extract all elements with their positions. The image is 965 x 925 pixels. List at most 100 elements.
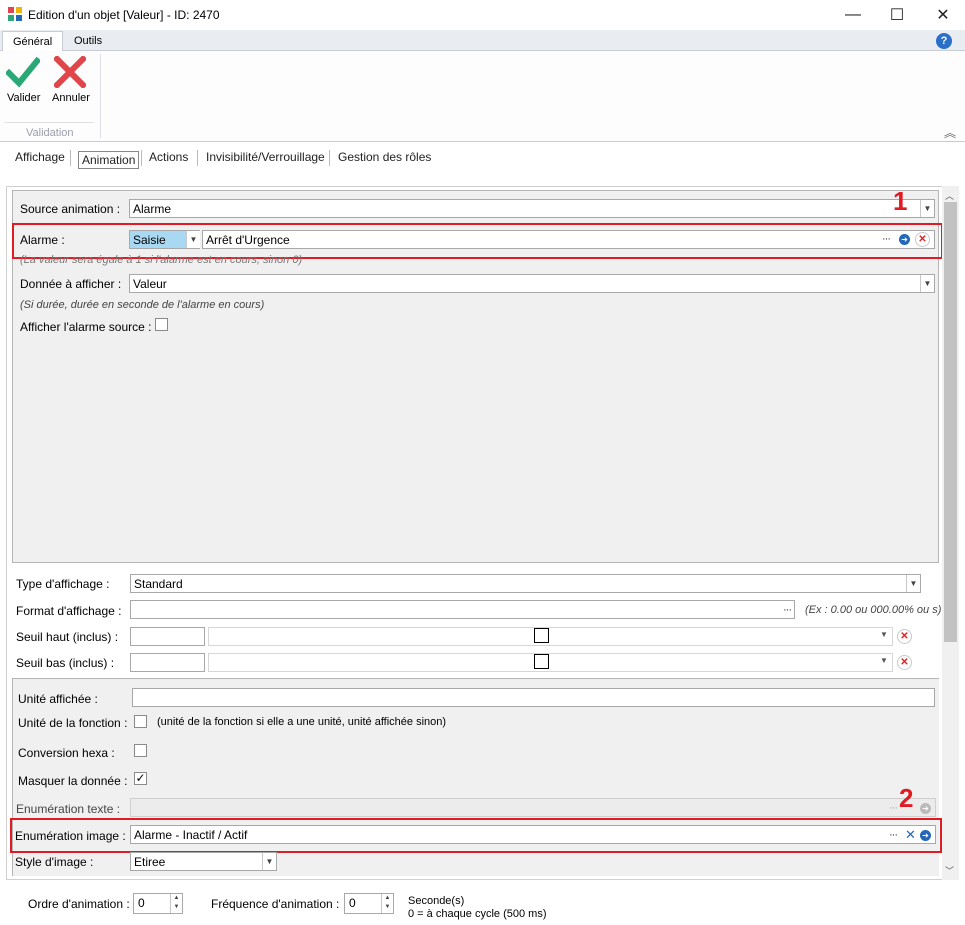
tab-invisibilite[interactable]: Invisibilité/Verrouillage (206, 150, 325, 164)
type-affichage-label: Type d'affichage : (16, 577, 110, 591)
validation-group-label: Validation (26, 127, 74, 139)
ribbon-separator (100, 54, 101, 138)
style-image-value: Etiree (134, 855, 166, 869)
clear-icon[interactable]: ✕ (897, 629, 912, 644)
tab-roles[interactable]: Gestion des rôles (338, 150, 431, 164)
clear-icon[interactable]: ✕ (905, 827, 916, 843)
chevron-down-icon[interactable]: ▼ (262, 853, 276, 870)
enum-texte-label: Enumération texte : (16, 802, 121, 816)
goto-arrow-icon: ➜ (920, 803, 931, 814)
valider-button[interactable]: Valider (7, 92, 40, 104)
enum-texte-input (130, 798, 936, 817)
tab-animation[interactable]: Animation (78, 151, 140, 169)
color-swatch (534, 654, 549, 669)
app-icon (8, 7, 22, 21)
unite-fonction-hint: (unité de la fonction si elle a une unit… (157, 716, 447, 728)
chevron-down-icon[interactable]: ▼ (186, 231, 200, 248)
tab-separator (197, 150, 198, 166)
color-swatch (534, 628, 549, 643)
scroll-up-icon[interactable]: ︿ (945, 189, 954, 202)
seuil-bas-label: Seuil bas (inclus) : (16, 656, 115, 670)
enum-image-value: Alarme - Inactif / Actif (134, 828, 248, 842)
alarme-input[interactable]: Arrêt d'Urgence (202, 230, 935, 249)
unite-affichee-label: Unité affichée : (18, 692, 98, 706)
source-animation-value: Alarme (133, 202, 172, 216)
maximize-button[interactable]: ☐ (874, 0, 920, 30)
unite-affichee-input[interactable] (132, 688, 935, 707)
source-animation-label: Source animation : (20, 202, 121, 216)
alarme-mode-value: Saisie (133, 233, 166, 247)
style-image-select[interactable]: Etiree (130, 852, 277, 871)
donnee-hint: (Si durée, durée en seconde de l'alarme … (20, 299, 265, 311)
seuil-haut-color-select[interactable] (208, 627, 893, 646)
chevron-down-icon[interactable]: ▼ (920, 200, 934, 217)
style-image-label: Style d'image : (15, 855, 94, 869)
goto-arrow-icon[interactable]: ➜ (920, 830, 931, 841)
browse-icon[interactable]: ··· (889, 829, 898, 841)
browse-icon[interactable]: ··· (882, 233, 891, 245)
frequence-label: Fréquence d'animation : (211, 897, 340, 911)
ribbon-tab-strip (0, 30, 965, 51)
donnee-select[interactable]: Valeur (129, 274, 935, 293)
seuil-bas-input[interactable] (130, 653, 205, 672)
ribbon-tab-general[interactable]: Général (2, 31, 64, 52)
spinner-arrows-icon[interactable]: ▲ ▼ (170, 894, 182, 913)
chevron-down-icon[interactable]: ▼ (880, 630, 888, 639)
scroll-down-icon[interactable]: ﹀ (945, 864, 954, 877)
type-affichage-select[interactable]: Standard (130, 574, 921, 593)
donnee-value: Valeur (133, 277, 167, 291)
unite-fonction-checkbox[interactable] (134, 715, 147, 728)
check-icon[interactable] (6, 56, 40, 88)
enum-image-input[interactable]: Alarme - Inactif / Actif (130, 825, 936, 844)
annotation-2: 2 (899, 783, 914, 813)
spinner-arrows-icon[interactable]: ▲ ▼ (381, 894, 393, 913)
masquer-label: Masquer la donnée : (18, 774, 128, 788)
ordre-value: 0 (138, 896, 145, 910)
help-icon[interactable]: ? (936, 33, 952, 49)
clear-icon[interactable]: ✕ (915, 232, 930, 247)
tab-separator (329, 150, 330, 166)
cycle-hint: 0 = à chaque cycle (500 ms) (408, 908, 547, 920)
seuil-haut-label: Seuil haut (inclus) : (16, 630, 119, 644)
format-affichage-input[interactable] (130, 600, 795, 619)
tab-affichage[interactable]: Affichage (15, 150, 65, 164)
scrollbar-thumb[interactable] (944, 202, 957, 642)
browse-icon[interactable]: ··· (783, 604, 792, 616)
seuil-bas-color-select[interactable] (208, 653, 893, 672)
format-hint: (Ex : 0.00 ou 000.00% ou s) (805, 604, 942, 616)
ordre-label: Ordre d'animation : (28, 897, 130, 911)
ribbon-body (0, 51, 965, 142)
afficher-source-label: Afficher l'alarme source : (20, 320, 152, 334)
clear-icon[interactable]: ✕ (897, 655, 912, 670)
browse-icon: ··· (889, 802, 898, 814)
seconde-label: Seconde(s) (408, 895, 465, 907)
alarme-hint: (La valeur sera égale à 1 si l'alarme es… (20, 254, 303, 266)
frequence-value: 0 (349, 896, 356, 910)
tab-actions[interactable]: Actions (149, 150, 188, 164)
collapse-ribbon-icon[interactable]: ︽ (944, 124, 956, 141)
annotation-1: 1 (893, 186, 908, 216)
donnee-label: Donnée à afficher : (20, 277, 122, 291)
annuler-button[interactable]: Annuler (52, 92, 90, 104)
seuil-haut-input[interactable] (130, 627, 205, 646)
close-button[interactable]: ✕ (920, 0, 965, 30)
tab-separator (70, 150, 71, 166)
source-animation-select[interactable]: Alarme (129, 199, 935, 218)
tab-separator (141, 150, 142, 166)
type-affichage-value: Standard (134, 577, 183, 591)
chevron-down-icon[interactable]: ▼ (906, 575, 920, 592)
goto-arrow-icon[interactable]: ➜ (899, 234, 910, 245)
afficher-source-checkbox[interactable] (155, 318, 168, 331)
masquer-checkbox[interactable]: ✓ (134, 772, 147, 785)
enum-image-label: Enumération image : (15, 829, 126, 843)
chevron-down-icon[interactable]: ▼ (880, 656, 888, 665)
conversion-label: Conversion hexa : (18, 746, 115, 760)
cross-icon[interactable] (54, 56, 86, 88)
conversion-checkbox[interactable] (134, 744, 147, 757)
chevron-down-icon[interactable]: ▼ (920, 275, 934, 292)
alarme-value: Arrêt d'Urgence (206, 233, 290, 247)
group-divider (4, 122, 94, 123)
window-title: Edition d'un objet [Valeur] - ID: 2470 (28, 8, 220, 22)
ribbon-tab-outils[interactable]: Outils (64, 31, 112, 52)
minimize-button[interactable]: — (830, 0, 876, 30)
